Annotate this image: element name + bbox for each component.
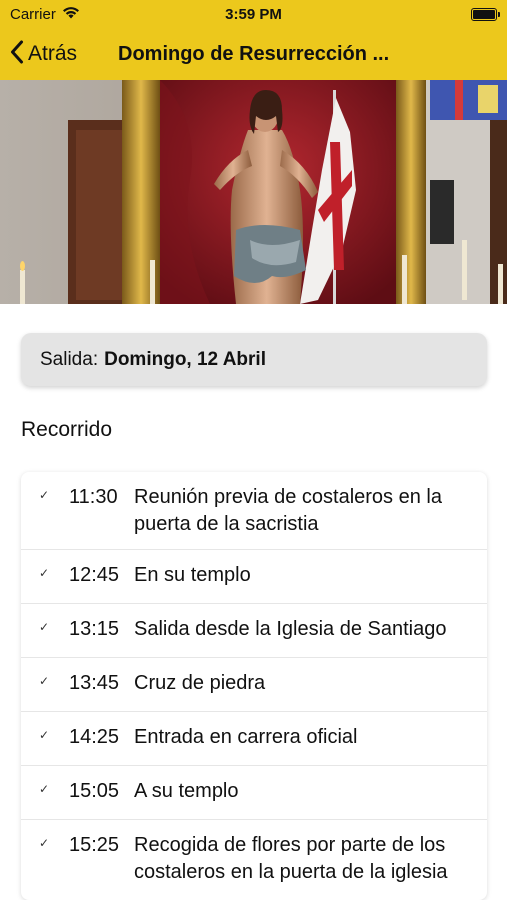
route-description: Entrada en carrera oficial	[134, 726, 358, 748]
hero-photo	[0, 80, 507, 304]
route-time: 13:45	[69, 672, 120, 694]
back-label: Atrás	[28, 42, 78, 65]
route-description: Reunión previa de costaleros en la puert…	[134, 486, 442, 535]
navigation-bar: Atrás Domingo de Resurrección ...	[0, 28, 507, 80]
list-item[interactable]: ✓ 11:30 Reunión previa de costaleros en …	[21, 472, 487, 550]
chevron-left-icon	[10, 40, 24, 69]
route-time: 11:30	[69, 486, 118, 508]
battery-icon	[471, 7, 500, 21]
route-description: En su templo	[134, 564, 251, 586]
checkmark-icon: ✓	[39, 782, 50, 796]
list-item[interactable]: ✓ 13:45 Cruz de piedra	[21, 658, 487, 712]
route-description: A su templo	[134, 780, 239, 802]
list-item[interactable]: ✓ 14:25 Entrada en carrera oficial	[21, 712, 487, 766]
checkmark-icon: ✓	[39, 488, 50, 502]
checkmark-icon: ✓	[39, 566, 50, 580]
carrier-label: Carrier	[10, 5, 56, 23]
route-description: Cruz de piedra	[134, 672, 266, 694]
route-time: 15:25	[69, 834, 120, 856]
checkmark-icon: ✓	[39, 836, 50, 850]
salida-value: Domingo, 12 Abril	[104, 348, 266, 370]
salida-card: Salida: Domingo, 12 Abril	[21, 333, 487, 386]
list-item[interactable]: ✓ 15:05 A su templo	[21, 766, 487, 820]
checkmark-icon: ✓	[39, 728, 50, 742]
checkmark-icon: ✓	[39, 674, 50, 688]
route-time: 12:45	[69, 564, 120, 586]
route-time: 13:15	[69, 618, 120, 640]
list-item[interactable]: ✓ 13:15 Salida desde la Iglesia de Santi…	[21, 604, 487, 658]
list-item[interactable]: ✓ 12:45 En su templo	[21, 550, 487, 604]
salida-label: Salida:	[40, 348, 99, 370]
route-list: ✓ 11:30 Reunión previa de costaleros en …	[21, 472, 487, 900]
route-description: Recogida de flores por parte de los cost…	[134, 834, 448, 883]
wifi-icon	[62, 6, 80, 23]
list-item[interactable]: ✓ 15:25 Recogida de flores por parte de …	[21, 820, 487, 900]
route-time: 15:05	[69, 780, 120, 802]
checkmark-icon: ✓	[39, 620, 50, 634]
page-title: Domingo de Resurrección ...	[118, 43, 390, 65]
status-bar: Carrier 3:59 PM	[0, 0, 507, 28]
back-button[interactable]: Atrás	[0, 28, 77, 80]
route-description: Salida desde la Iglesia de Santiago	[134, 618, 447, 640]
status-left: Carrier	[10, 6, 80, 23]
recorrido-title: Recorrido	[21, 418, 113, 441]
route-time: 14:25	[69, 726, 120, 748]
